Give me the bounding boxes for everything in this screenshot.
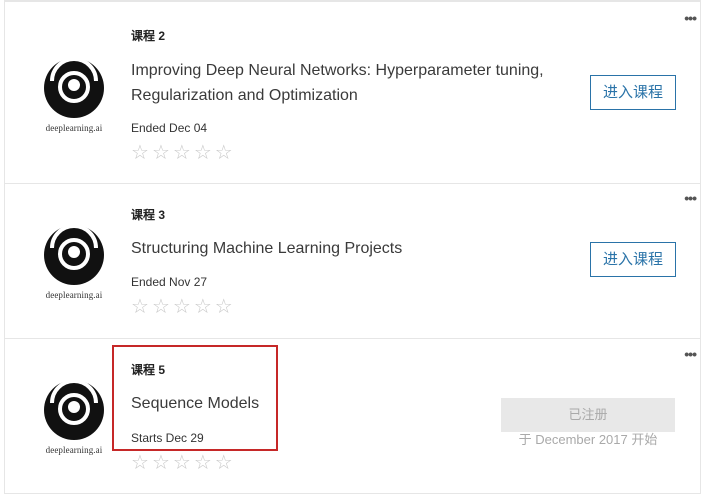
- enter-course-button[interactable]: 进入课程: [590, 242, 676, 277]
- star-icon[interactable]: ☆: [173, 297, 191, 317]
- star-icon[interactable]: ☆: [152, 453, 170, 473]
- course-title-link[interactable]: Improving Deep Neural Networks: Hyperpar…: [131, 58, 581, 108]
- deeplearning-ai-logo: deeplearning.ai: [41, 379, 107, 455]
- course-rating-stars[interactable]: ☆ ☆ ☆ ☆ ☆: [131, 143, 233, 163]
- more-options-icon[interactable]: •••: [684, 191, 697, 205]
- star-icon[interactable]: ☆: [194, 297, 212, 317]
- enter-course-button[interactable]: 进入课程: [590, 75, 676, 110]
- course-title-link[interactable]: Structuring Machine Learning Projects: [131, 236, 581, 261]
- more-options-icon[interactable]: •••: [684, 347, 697, 361]
- logo-text: deeplearning.ai: [45, 445, 103, 455]
- star-icon[interactable]: ☆: [215, 453, 233, 473]
- star-icon[interactable]: ☆: [215, 297, 233, 317]
- star-icon[interactable]: ☆: [152, 143, 170, 163]
- course-list-page: deeplearning.ai 课程 2 Improving Deep Neur…: [0, 0, 706, 494]
- star-icon[interactable]: ☆: [173, 453, 191, 473]
- course-rating-stars[interactable]: ☆ ☆ ☆ ☆ ☆: [131, 297, 233, 317]
- star-icon[interactable]: ☆: [173, 143, 191, 163]
- course-card-3: deeplearning.ai 课程 3 Structuring Machine…: [4, 183, 701, 338]
- star-icon[interactable]: ☆: [152, 297, 170, 317]
- deeplearning-ai-logo-icon: [44, 57, 104, 118]
- deeplearning-ai-logo: deeplearning.ai: [41, 224, 107, 300]
- star-icon[interactable]: ☆: [131, 453, 149, 473]
- course-card-2: deeplearning.ai 课程 2 Improving Deep Neur…: [4, 0, 701, 183]
- course-card-5: deeplearning.ai 课程 5 Sequence Models Sta…: [4, 338, 701, 494]
- deeplearning-ai-logo-icon: [44, 224, 104, 285]
- star-icon[interactable]: ☆: [215, 143, 233, 163]
- course-number-label: 课程 3: [131, 208, 166, 222]
- course-number-label: 课程 2: [131, 29, 166, 43]
- logo-text: deeplearning.ai: [45, 290, 103, 300]
- star-icon[interactable]: ☆: [131, 297, 149, 317]
- deeplearning-ai-logo: deeplearning.ai: [41, 57, 107, 133]
- course-status-date: Starts Dec 29: [131, 431, 204, 445]
- registered-button: 已注册: [501, 398, 675, 432]
- course-rating-stars[interactable]: ☆ ☆ ☆ ☆ ☆: [131, 453, 233, 473]
- course-number-label: 课程 5: [131, 363, 166, 377]
- start-date-note: 于 December 2017 开始: [518, 432, 658, 447]
- course-status-date: Ended Nov 27: [131, 275, 208, 289]
- course-status-date: Ended Dec 04: [131, 121, 208, 135]
- deeplearning-ai-logo-icon: [44, 379, 104, 440]
- more-options-icon[interactable]: •••: [684, 11, 697, 25]
- star-icon[interactable]: ☆: [194, 143, 212, 163]
- star-icon[interactable]: ☆: [194, 453, 212, 473]
- star-icon[interactable]: ☆: [131, 143, 149, 163]
- logo-text: deeplearning.ai: [45, 123, 103, 133]
